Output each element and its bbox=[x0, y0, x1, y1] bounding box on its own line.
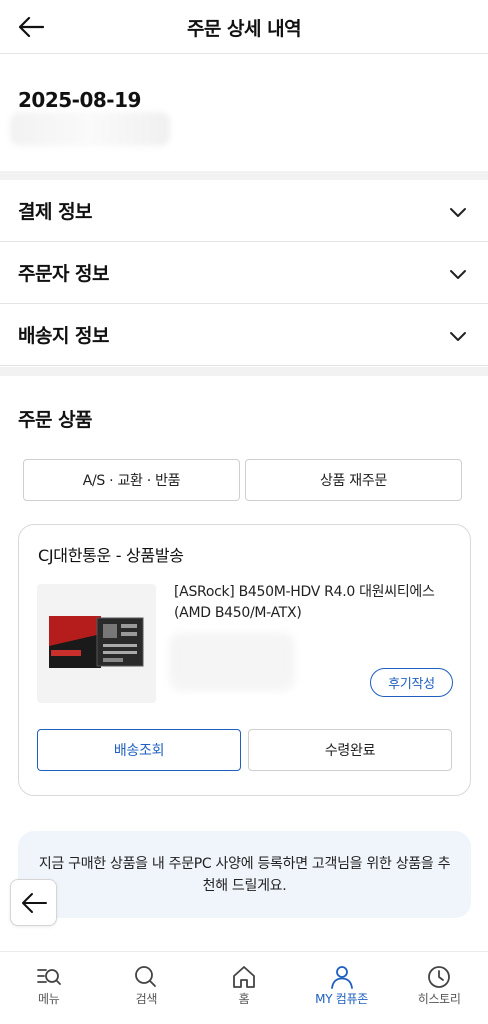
accordion-label: 주문자 정보 bbox=[18, 263, 110, 285]
tab-history[interactable]: 히스토리 bbox=[390, 952, 488, 1024]
motherboard-box-image bbox=[37, 584, 156, 703]
product-name[interactable]: [ASRock] B450M-HDV R4.0 대원씨티에스 (AMD B450… bbox=[174, 582, 454, 624]
as-exchange-return-button[interactable]: A/S · 교환 · 반품 bbox=[23, 459, 240, 501]
search-icon bbox=[135, 966, 157, 987]
section-divider bbox=[0, 171, 488, 180]
tab-my-compuzone[interactable]: MY 컴퓨존 bbox=[293, 952, 391, 1024]
shipment-card: CJ대한통운 - 상품발송 [ASRock] B450M-HDV R4.0 대원… bbox=[18, 524, 471, 796]
home-icon bbox=[233, 966, 255, 988]
accordion-shipping-info[interactable]: 배송지 정보 bbox=[0, 304, 488, 366]
chevron-down-icon bbox=[450, 208, 466, 217]
pc-spec-banner[interactable]: 지금 구매한 상품을 내 주문PC 사양에 등록하면 고객님을 위한 상품을 추… bbox=[18, 831, 471, 918]
shipment-status: CJ대한통운 - 상품발송 bbox=[38, 546, 184, 565]
tab-label: 검색 bbox=[135, 992, 158, 1006]
track-delivery-button[interactable]: 배송조회 bbox=[37, 729, 241, 771]
accordion-orderer-info[interactable]: 주문자 정보 bbox=[0, 242, 488, 304]
banner-text: 지금 구매한 상품을 내 주문PC 사양에 등록하면 고객님을 위한 상품을 추… bbox=[38, 856, 451, 894]
top-bar: 주문 상세 내역 bbox=[0, 0, 488, 54]
reorder-button[interactable]: 상품 재주문 bbox=[245, 459, 462, 501]
redacted-price bbox=[169, 633, 295, 691]
tab-label: 메뉴 bbox=[38, 992, 60, 1006]
redacted-order-number bbox=[10, 112, 170, 146]
order-date: 2025-08-19 bbox=[18, 88, 141, 112]
page-title: 주문 상세 내역 bbox=[186, 18, 302, 40]
arrow-left-icon bbox=[21, 892, 47, 913]
tab-label: 홈 bbox=[238, 992, 250, 1006]
accordion-label: 결제 정보 bbox=[18, 201, 93, 223]
bottom-tab-bar: 메뉴 검색 홈 MY 컴퓨존 히스토리 bbox=[0, 951, 488, 1024]
section-divider bbox=[0, 367, 488, 376]
order-summary: 2025-08-19 bbox=[0, 55, 488, 171]
products-section-title: 주문 상품 bbox=[18, 409, 93, 431]
tab-search[interactable]: 검색 bbox=[98, 952, 196, 1024]
tab-label: MY 컴퓨존 bbox=[315, 992, 368, 1006]
confirm-receipt-button[interactable]: 수령완료 bbox=[248, 729, 452, 771]
clock-icon bbox=[428, 966, 451, 988]
accordion-label: 배송지 정보 bbox=[18, 325, 110, 347]
product-image[interactable] bbox=[37, 584, 156, 703]
user-icon bbox=[330, 966, 353, 989]
tab-menu[interactable]: 메뉴 bbox=[0, 952, 98, 1024]
write-review-button[interactable]: 후기작성 bbox=[370, 668, 453, 697]
menu-search-icon bbox=[36, 969, 61, 985]
tab-home[interactable]: 홈 bbox=[195, 952, 293, 1024]
floating-back-button[interactable] bbox=[10, 879, 57, 926]
chevron-down-icon bbox=[450, 332, 466, 341]
accordion-payment-info[interactable]: 결제 정보 bbox=[0, 180, 488, 242]
tab-label: 히스토리 bbox=[417, 992, 461, 1006]
chevron-down-icon bbox=[450, 270, 466, 279]
